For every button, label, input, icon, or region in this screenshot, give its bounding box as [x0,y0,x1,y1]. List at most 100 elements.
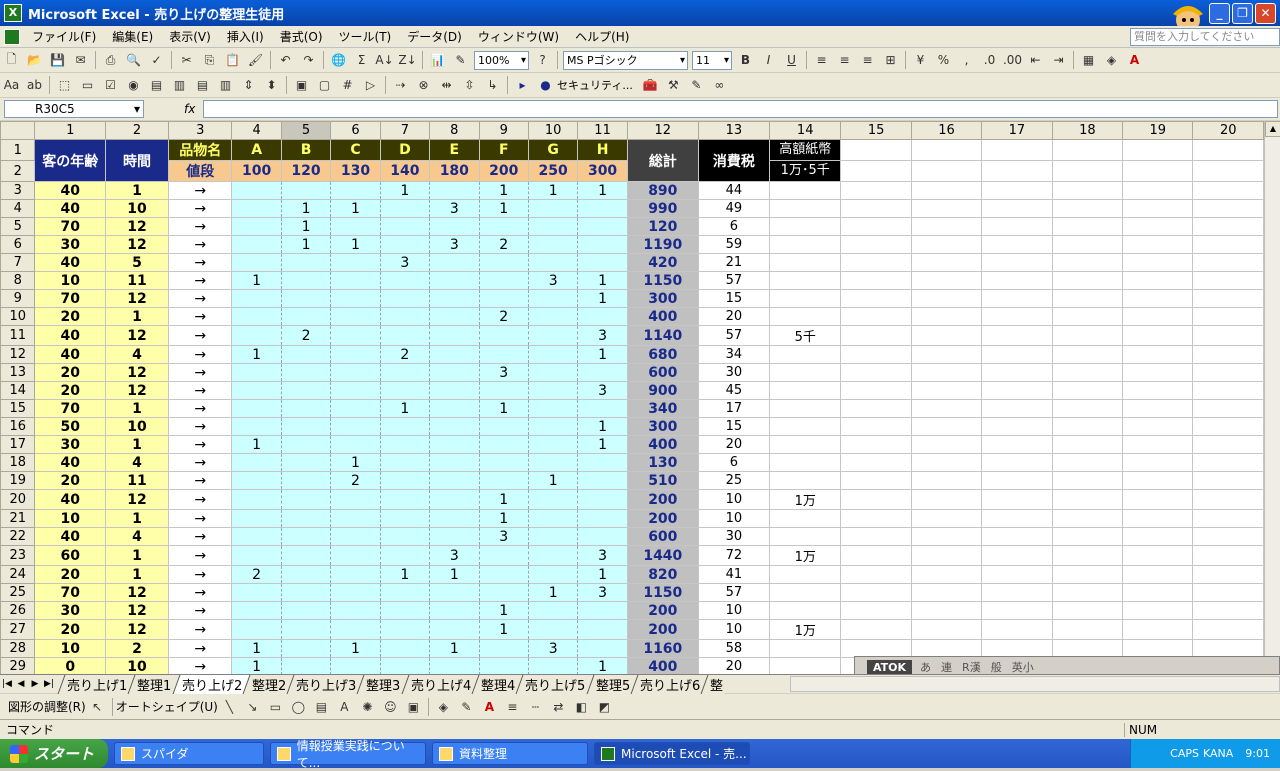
menu-tools[interactable]: ツール(T) [331,28,400,45]
cell-total[interactable]: 990 [626,199,699,218]
cell-empty[interactable] [910,639,983,658]
task-folder[interactable]: 資料整理 [432,742,588,765]
cell-empty[interactable] [1122,601,1194,620]
price-c[interactable]: 130 [330,160,381,182]
cell-item-qty[interactable]: 2 [379,345,431,364]
cell-tax[interactable]: 72 [697,545,770,566]
combo-list-icon[interactable]: ▤ [192,75,213,95]
cell-empty[interactable] [840,363,912,382]
task-excel[interactable]: Microsoft Excel - 売... [594,742,750,765]
cell-item-qty[interactable]: 3 [429,235,480,254]
cell-time[interactable]: 1 [105,545,170,566]
cell-item-qty[interactable] [379,527,431,546]
cell-item-qty[interactable] [330,657,381,674]
security-button[interactable]: セキュリティ... [557,77,633,93]
cell-total[interactable]: 340 [626,399,699,418]
currency-icon[interactable]: ¥ [910,50,931,70]
cell-time[interactable]: 1 [105,565,170,584]
row-header[interactable]: 1 [0,139,36,161]
cell-empty[interactable] [1051,453,1124,472]
cell-empty[interactable] [1192,453,1264,472]
cell-empty[interactable] [981,471,1053,490]
cell-item-qty[interactable] [478,253,529,272]
cell-large-bill[interactable] [768,307,842,326]
cell-item-qty[interactable]: 1 [231,435,282,454]
cell-large-bill[interactable] [768,217,842,236]
print-icon[interactable]: ⎙ [100,50,121,70]
cell-empty[interactable] [1051,345,1124,364]
cell-item-qty[interactable] [577,471,628,490]
cell-empty[interactable] [1051,307,1124,326]
cell-empty[interactable] [1051,325,1124,346]
cell-total[interactable]: 120 [626,217,699,236]
cell-empty[interactable] [1122,345,1194,364]
cell-age[interactable]: 30 [34,601,107,620]
cell-empty[interactable] [1192,181,1264,200]
cell-age[interactable]: 40 [34,527,107,546]
cell-item-qty[interactable]: 2 [330,471,381,490]
cell-item-qty[interactable]: 3 [429,545,480,566]
header-bill-types[interactable]: 1万･5千 [768,160,842,182]
cell-empty[interactable] [981,601,1053,620]
cell-item-qty[interactable] [231,509,282,528]
edit-code-icon[interactable]: ▢ [314,75,335,95]
cell-item-qty[interactable] [231,601,282,620]
cell-item-qty[interactable] [231,471,282,490]
cell-empty[interactable] [1122,235,1194,254]
cell-item-qty[interactable] [330,381,381,400]
sheet-tab[interactable]: 売り上げ4 [401,674,480,694]
cell-item-qty[interactable] [429,583,480,602]
cell-empty[interactable] [1122,307,1194,326]
cell-age[interactable]: 40 [34,489,107,510]
cell-empty[interactable] [840,399,912,418]
trace-dependents-icon[interactable]: ⇹ [436,75,457,95]
remove-arrows-icon[interactable]: ⊗ [413,75,434,95]
control-properties-icon[interactable]: ▣ [291,75,312,95]
cell-arrow[interactable]: → [168,363,233,382]
last-sheet-icon[interactable]: ▶| [42,679,56,689]
cell-total[interactable]: 300 [626,289,699,308]
cell-empty[interactable] [1051,289,1124,308]
cell-time[interactable]: 1 [105,181,170,200]
formula-input[interactable] [203,100,1278,118]
cell-empty[interactable] [1051,601,1124,620]
wordart-icon[interactable]: A [334,697,355,717]
row-header[interactable]: 7 [0,253,36,272]
cell-item-qty[interactable] [478,381,529,400]
cell-empty[interactable] [981,417,1053,436]
cell-item-qty[interactable]: 1 [478,399,529,418]
cell-time[interactable]: 10 [105,199,170,218]
cell-arrow[interactable]: → [168,271,233,290]
cell-item-qty[interactable] [379,217,431,236]
cell-item-qty[interactable]: 2 [478,235,529,254]
cell-arrow[interactable]: → [168,565,233,584]
cell-empty[interactable] [1192,545,1264,566]
cell-item-qty[interactable] [280,253,332,272]
align-center-icon[interactable]: ≡ [834,50,855,70]
cell-empty[interactable] [1192,639,1264,658]
row-header[interactable]: 17 [0,435,36,454]
cell-time[interactable]: 4 [105,527,170,546]
header-price[interactable]: 値段 [168,160,233,182]
cell-empty[interactable] [1192,199,1264,218]
cell-empty[interactable] [981,399,1053,418]
cell-item-qty[interactable]: 3 [478,363,529,382]
cell-total[interactable]: 400 [626,307,699,326]
cell-age[interactable]: 70 [34,217,107,236]
cell-item-qty[interactable] [478,565,529,584]
cell-empty[interactable] [840,489,912,510]
row-header[interactable]: 6 [0,235,36,254]
cell-empty[interactable] [1051,527,1124,546]
cell-item-qty[interactable]: 1 [577,435,628,454]
cell-item-qty[interactable]: 3 [379,253,431,272]
cell-empty[interactable] [910,271,983,290]
cell-item-qty[interactable] [527,527,579,546]
row-header[interactable]: 15 [0,399,36,418]
cell-age[interactable]: 20 [34,381,107,400]
scroll-bar-icon[interactable]: ⇕ [238,75,259,95]
cell-empty[interactable] [910,471,983,490]
cell-empty[interactable] [1192,583,1264,602]
cell-empty[interactable] [1051,435,1124,454]
cell-empty[interactable] [981,181,1053,200]
cell-empty[interactable] [981,345,1053,364]
